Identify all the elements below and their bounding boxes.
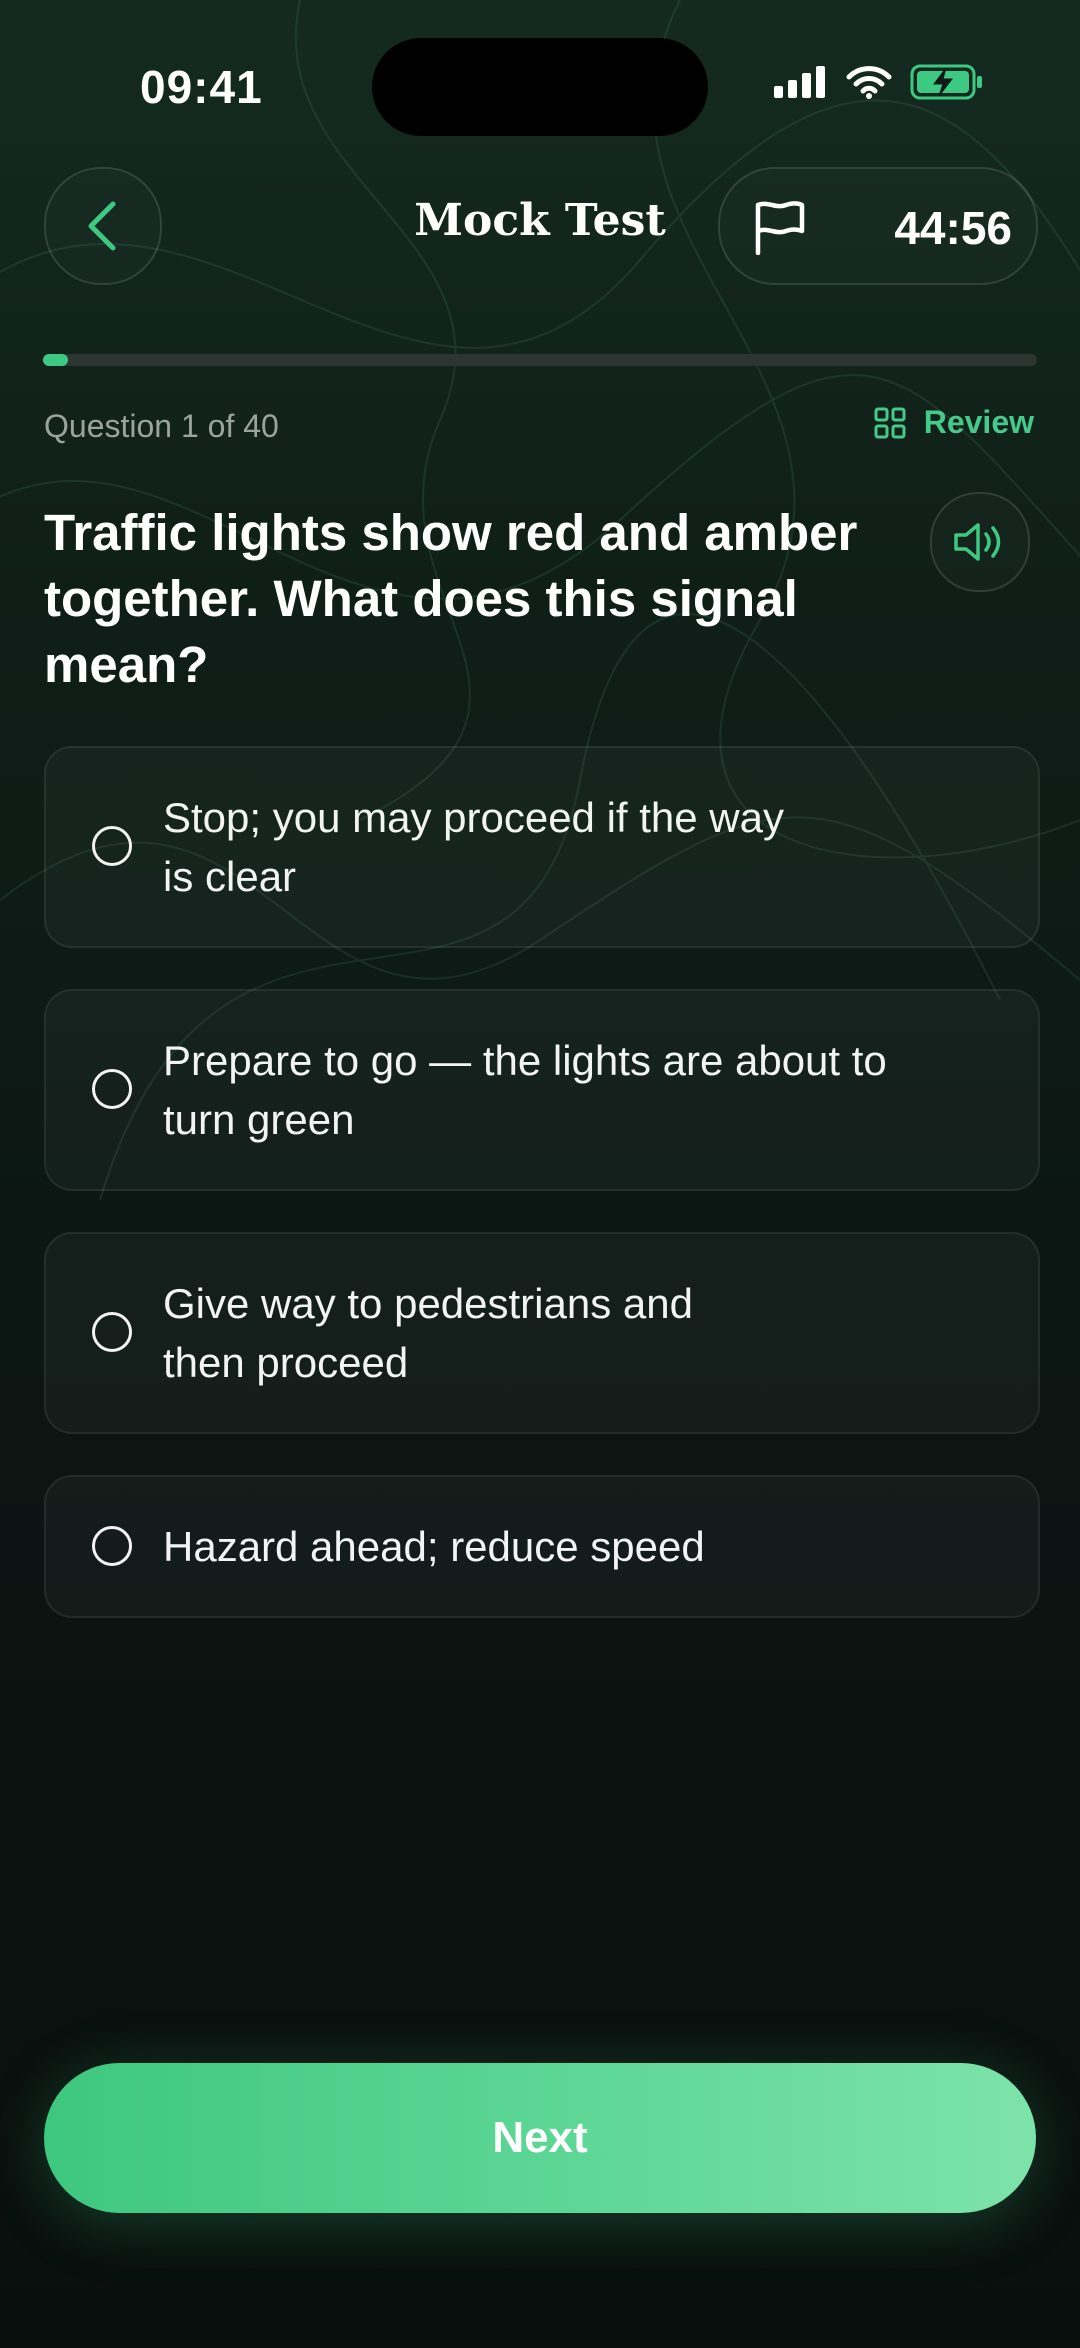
back-button[interactable] (44, 167, 162, 285)
status-time: 09:41 (140, 61, 263, 113)
radio-button[interactable] (92, 1526, 132, 1566)
answer-option[interactable]: Hazard ahead; reduce speed (44, 1475, 1040, 1618)
flag-icon[interactable] (752, 199, 808, 255)
wifi-icon (846, 66, 892, 99)
progress-fill (43, 354, 68, 366)
answer-option[interactable]: Stop; you may proceed if the way is clea… (44, 746, 1040, 948)
dynamic-island (372, 38, 708, 136)
status-icons (774, 64, 984, 100)
next-button[interactable]: Next (44, 2063, 1036, 2213)
grid-icon (874, 407, 906, 438)
page-title: Mock Test (414, 195, 666, 246)
answer-option-text: Stop; you may proceed if the way is clea… (163, 794, 784, 900)
signal-icon (774, 66, 825, 98)
radio-button[interactable] (92, 826, 132, 866)
answer-option-text: Prepare to go — the lights are about to … (163, 1037, 887, 1143)
answer-option-text: Give way to pedestrians and then proceed (163, 1280, 693, 1386)
review-button[interactable]: Review (874, 404, 1034, 441)
review-label: Review (923, 404, 1034, 440)
progress-bar (43, 354, 1037, 366)
radio-button[interactable] (92, 1312, 132, 1352)
battery-charging-icon (910, 64, 982, 100)
header: Mock Test 44:56 (0, 165, 1080, 285)
answer-option[interactable]: Give way to pedestrians and then proceed (44, 1232, 1040, 1434)
flag-timer-pill: 44:56 (718, 167, 1038, 285)
read-aloud-button[interactable] (930, 492, 1030, 592)
speaker-icon (954, 523, 1001, 561)
answer-option-text: Hazard ahead; reduce speed (163, 1523, 705, 1570)
status-bar: 09:41 (0, 0, 1080, 160)
question-counter: Question 1 of 40 (44, 408, 279, 444)
question-text: Traffic lights show red and amber togeth… (44, 504, 858, 693)
answer-option[interactable]: Prepare to go — the lights are about to … (44, 989, 1040, 1191)
timer: 44:56 (894, 202, 1012, 254)
radio-button[interactable] (92, 1069, 132, 1109)
next-button-label: Next (492, 2113, 588, 2162)
chevron-left-icon (88, 201, 116, 251)
